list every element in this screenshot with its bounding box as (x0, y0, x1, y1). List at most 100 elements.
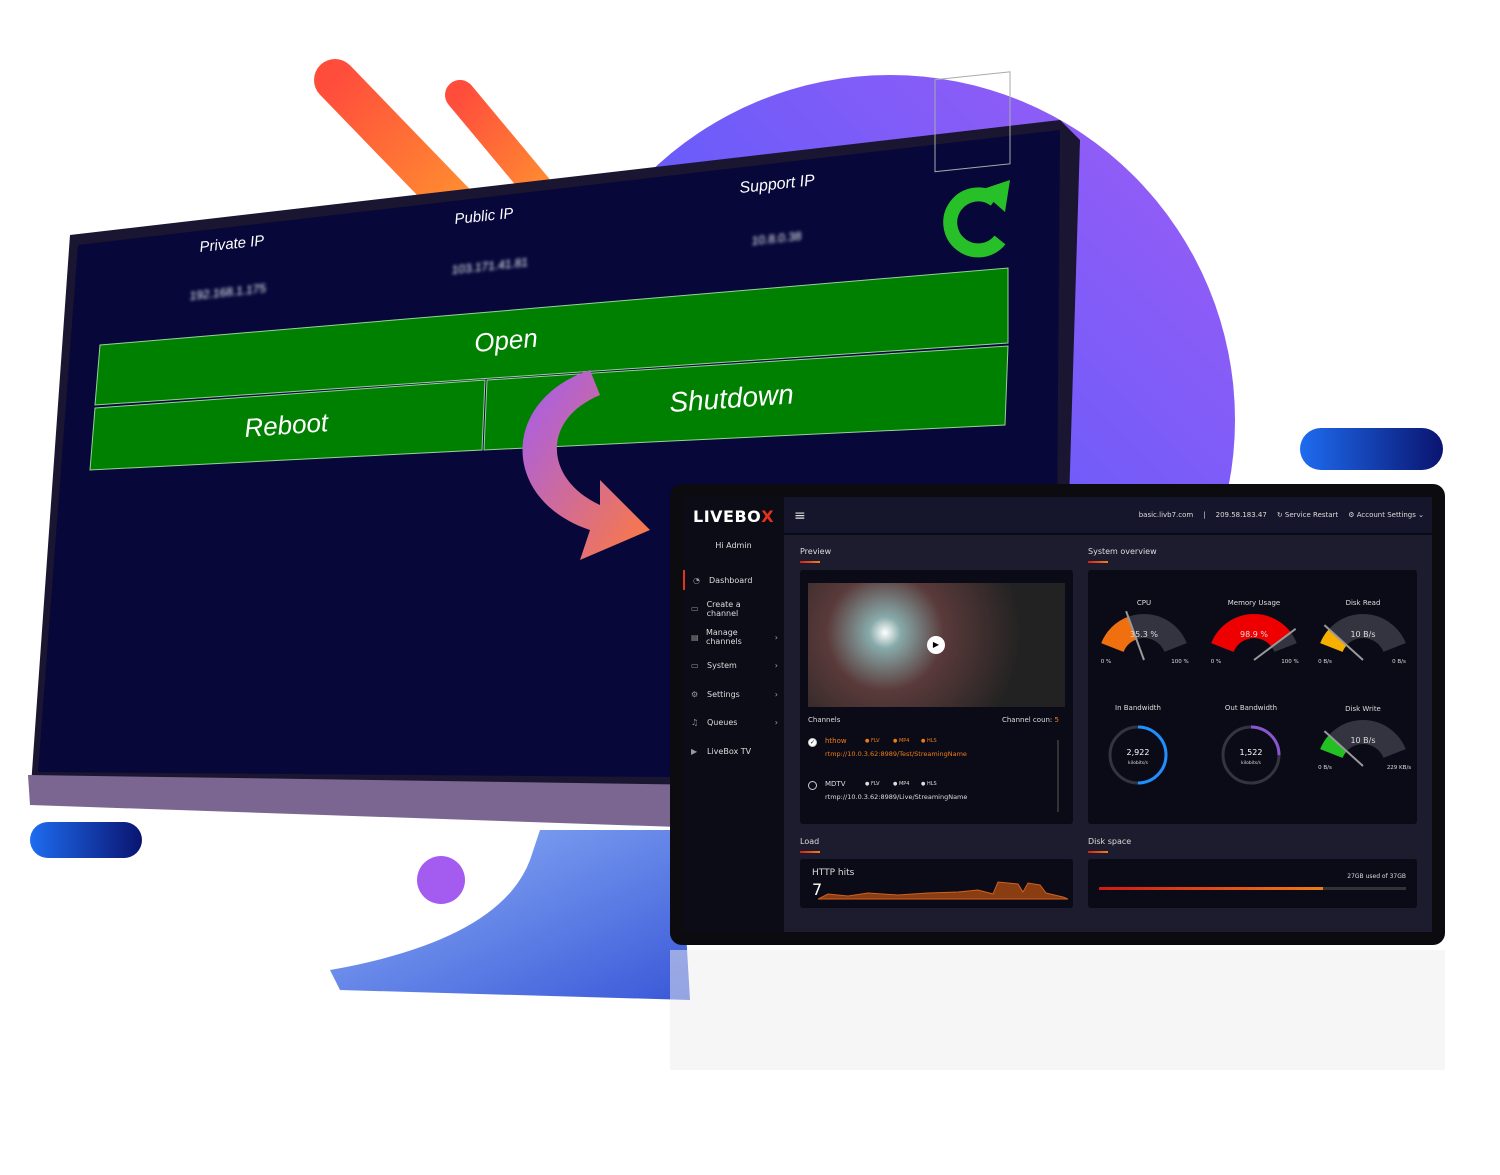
desktop-icon: ▭ (691, 661, 699, 670)
gauge-value: 10 B/s (1350, 736, 1375, 745)
gauge-value: 98.9 % (1240, 630, 1268, 639)
gauge-label: Memory Usage (1228, 599, 1281, 607)
format-badge[interactable]: ● HLS (921, 781, 937, 787)
gauge-min: 0 B/s (1318, 765, 1332, 771)
separator: | (1203, 511, 1206, 519)
nav-label: Dashboard (709, 575, 753, 585)
list-icon: ▤ (691, 632, 699, 642)
nav-label: Settings (707, 689, 740, 699)
channel-url: rtmp://10.0.3.62:8989/Live/StreamingName (825, 793, 968, 801)
gauge-label: Disk Write (1345, 705, 1381, 713)
play-icon[interactable]: ▶ (927, 636, 945, 654)
ip-text: 209.58.183.47 (1215, 511, 1267, 519)
open-label: Open (473, 323, 539, 358)
preview-card: ▶ Channels Channel coun: 5 ✓ hthow ● FLV… (800, 570, 1073, 824)
radio[interactable] (808, 781, 817, 790)
sidebar-item-settings[interactable]: ⚙ Settings › (683, 684, 784, 704)
disk-bar (1099, 887, 1406, 890)
ring-unit: kilobits/s (1128, 760, 1149, 766)
sidebar-item-create-a-channel[interactable]: ▭ Create a channel (683, 599, 784, 619)
channels-label: Channels (808, 716, 841, 724)
gauge-value: 35.3 % (1130, 630, 1158, 639)
chevron-right-icon: › (774, 632, 778, 642)
chevron-right-icon: › (774, 689, 778, 699)
disk-text: 27GB used of 37GB (1347, 873, 1406, 880)
gauge-disk-read: Disk Read 10 B/s 0 B/s 0 B/s (1318, 599, 1406, 665)
gauge-cpu: CPU 35.3 % 0 % 100 % (1101, 599, 1189, 665)
sidebar-item-manage-channels[interactable]: ▤ Manage channels › (683, 627, 784, 647)
chevron-right-icon: › (774, 718, 778, 727)
gauge-min: 0 B/s (1318, 659, 1332, 665)
monitor-icon: ▭ (691, 604, 699, 613)
format-badge[interactable]: ● MP4 (893, 781, 909, 787)
restart-icon: ↻ (1276, 511, 1285, 519)
nav-label: Manage channels (705, 628, 742, 646)
top-bar: ≡ basic.livb7.com | 209.58.183.47 ↻ Serv… (784, 497, 1432, 535)
video-preview[interactable]: ▶ (808, 583, 1065, 707)
play-icon: ▶ (691, 746, 698, 756)
ring-value: 1,522 (1240, 748, 1263, 757)
format-badge[interactable]: ● FLV (865, 738, 880, 744)
format-badge[interactable]: ● HLS (921, 738, 937, 744)
gauge-min: 0 % (1101, 659, 1111, 665)
sidebar: LIVEBOX Hi Admin ◔ Dashboard ▭ Create a cha… (683, 497, 784, 932)
service-restart-button[interactable]: ↻ Service Restart (1277, 511, 1338, 519)
nav-label: Create a channel (706, 599, 741, 618)
host-text: basic.livb7.com (1138, 511, 1194, 519)
livebox-dashboard: LIVEBOX Hi Admin ◔ Dashboard ▭ Create a cha… (670, 484, 1445, 945)
gauge-icon: ◔ (693, 575, 700, 585)
sidebar-item-dashboard[interactable]: ◔ Dashboard (683, 570, 784, 590)
reboot-label: Reboot (243, 407, 331, 443)
ring-unit: kilobits/s (1241, 760, 1262, 766)
ring-value: 2,922 (1127, 748, 1150, 757)
load-card: HTTP hits 7 (800, 859, 1073, 908)
radio-checked[interactable]: ✓ (808, 738, 817, 747)
format-badge[interactable]: ● FLV (865, 781, 880, 787)
sidebar-item-livebox-tv[interactable]: ▶ LiveBox TV (683, 741, 784, 761)
gauge-value: 10 B/s (1350, 630, 1375, 639)
nav-label: System (707, 661, 737, 670)
channel-count: Channel coun: 5 (1001, 716, 1059, 724)
disk-title: Disk space (1088, 837, 1132, 853)
gauge-max: 0 B/s (1392, 659, 1406, 665)
gauge-max: 100 % (1281, 659, 1298, 665)
reflection (670, 950, 1445, 1070)
ring-label: Out Bandwidth (1225, 704, 1277, 712)
gear-icon: ⚙ (1348, 511, 1357, 519)
music-icon: ♫ (691, 718, 699, 727)
system-card: CPU 35.3 % 0 % 100 % Memory Usage 98.9 % 0 % 10… (1088, 570, 1417, 824)
system-title: System overview (1088, 547, 1157, 563)
gauge-max: 229 KB/s (1387, 765, 1411, 771)
preview-title: Preview (800, 547, 832, 563)
gear-icon: ⚙ (691, 689, 699, 699)
format-badge[interactable]: ● MP4 (893, 738, 909, 744)
gauge-min: 0 % (1211, 659, 1221, 665)
channel-url: rtmp://10.0.3.62:8989/Test/StreamingName (825, 750, 967, 758)
nav-label: Queues (707, 718, 738, 727)
decor-pill (1300, 428, 1443, 470)
menu-icon[interactable]: ≡ (794, 508, 806, 524)
scrollbar[interactable] (1057, 740, 1059, 812)
chevron-down-icon: ⌄ (1415, 511, 1424, 519)
logo: LIVEBOX (693, 507, 775, 526)
account-settings-button[interactable]: ⚙ Account Settings ⌄ (1348, 511, 1424, 519)
channel-name: MDTV (825, 780, 846, 788)
channel-name: hthow (825, 737, 847, 745)
nav-label: LiveBox TV (707, 746, 752, 756)
chevron-right-icon: › (774, 661, 778, 670)
sidebar-item-queues[interactable]: ♫ Queues › (683, 713, 784, 733)
gauge-memory-usage: Memory Usage 98.9 % 0 % 100 % (1211, 599, 1299, 665)
sidebar-item-system[interactable]: ▭ System › (683, 656, 784, 676)
ring-in-bandwidth: In Bandwidth 2,922 kilobits/s (1108, 704, 1168, 785)
monitor-stand (330, 830, 690, 1000)
gauge-disk-write: Disk Write 10 B/s 0 B/s 229 KB/s (1318, 705, 1411, 771)
decor-pill (30, 822, 142, 858)
load-title: Load (800, 837, 821, 853)
ring-label: In Bandwidth (1115, 704, 1161, 712)
gauge-label: CPU (1137, 599, 1151, 607)
decor-ball (417, 856, 465, 904)
greeting: Hi Admin (715, 541, 752, 550)
disk-card: 27GB used of 37GB (1088, 859, 1417, 908)
gauge-label: Disk Read (1346, 599, 1381, 607)
ring-out-bandwidth: Out Bandwidth 1,522 kilobits/s (1221, 704, 1281, 785)
